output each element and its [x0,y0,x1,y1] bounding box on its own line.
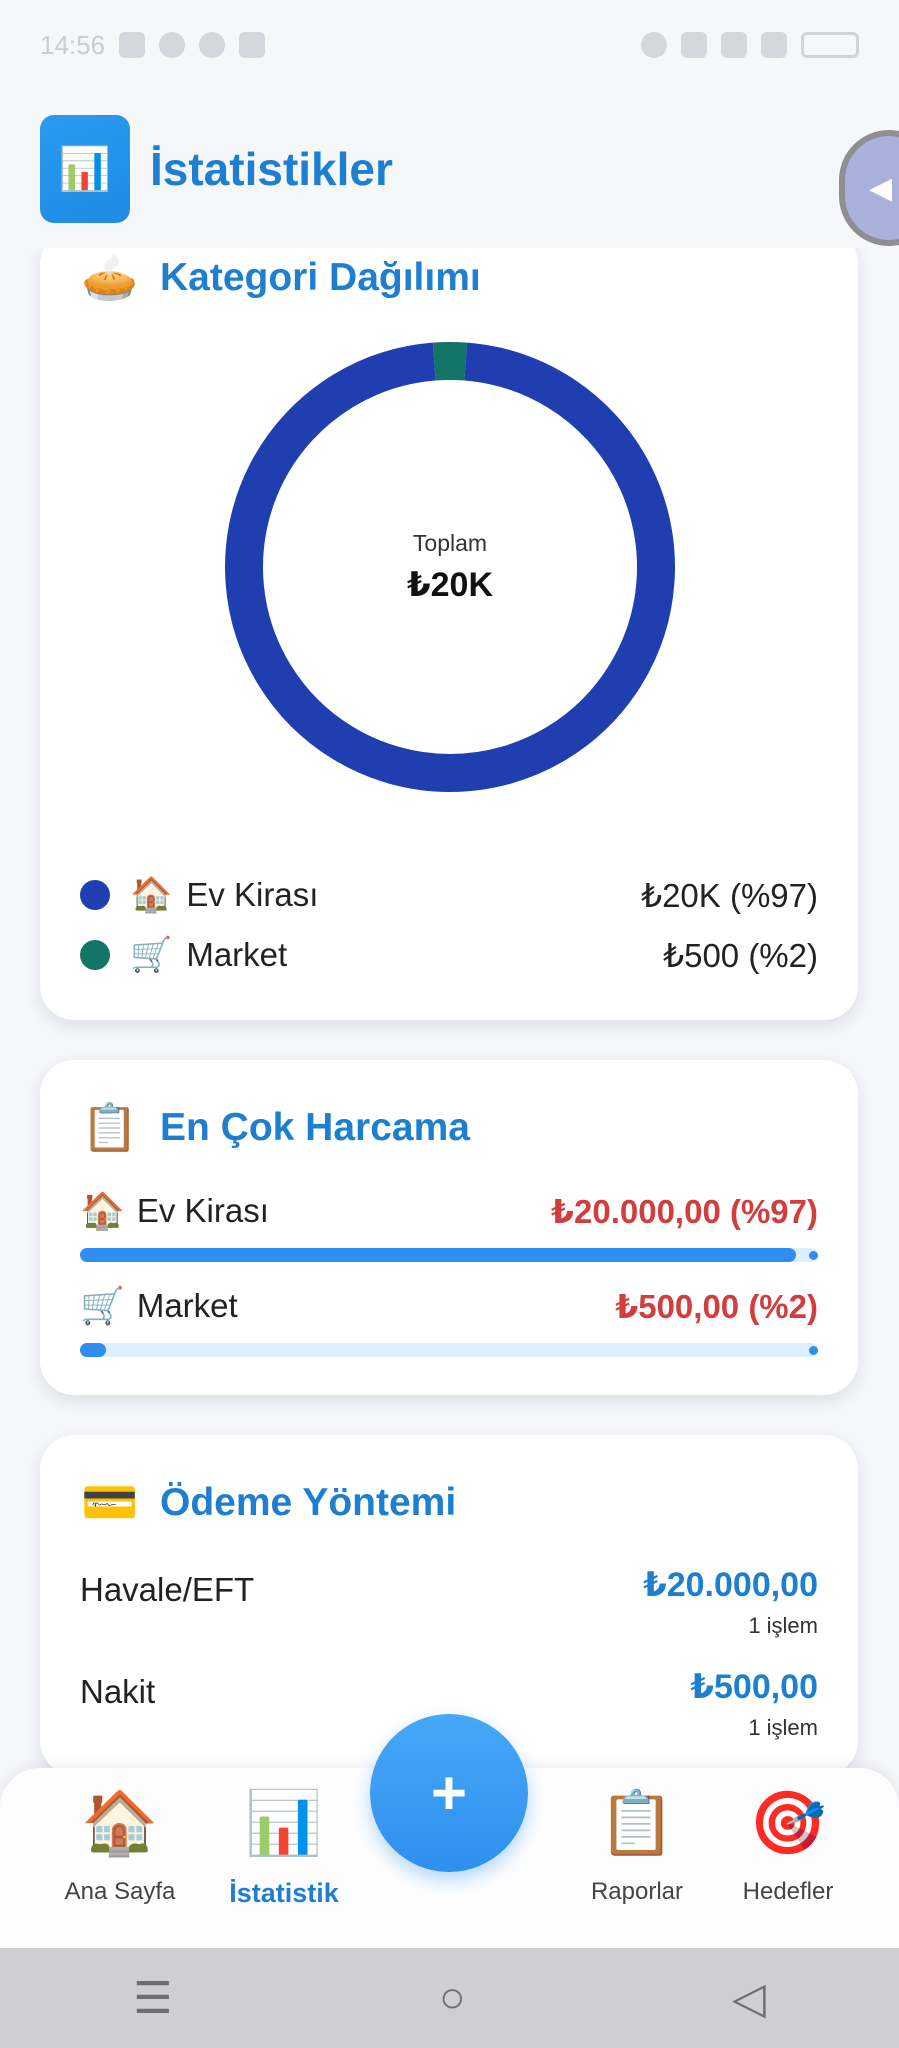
nav-reports[interactable]: 📋 Raporlar [552,1768,722,1906]
whatsapp-icon [159,32,186,58]
nav-label: Hedefler [742,1878,834,1905]
spending-item[interactable]: 🛒 Market ₺500,00 (%2) [80,1285,818,1357]
cart-icon: 🛒 [80,1285,125,1326]
legend-item: 🛒 Market ₺500 (%2) [80,935,818,975]
progress-track [80,1248,818,1262]
category-distribution-card: 🥧 Kategori Dağılımı Toplam ₺20K 🏠 Ev Kir… [40,230,858,1020]
nav-goals[interactable]: 🎯 Hedefler [703,1768,873,1906]
legend-name: Ev Kirası [186,876,319,913]
legend-name: Market [186,936,288,973]
battery-icon [801,32,859,58]
add-transaction-button[interactable]: + [370,1714,528,1872]
notification-icon [119,32,146,58]
donut-center-label: Toplam [412,529,488,556]
legend-color-dot [80,880,110,910]
card-title: Kategori Dağılımı [160,255,481,299]
card-title: Ödeme Yöntemi [160,1480,457,1524]
legend-value: ₺20K (%97) [641,876,818,914]
legend-value: ₺500 (%2) [663,936,818,974]
legend-item: 🏠 Ev Kirası ₺20K (%97) [80,875,818,915]
payment-amount: ₺20.000,00 [643,1566,818,1604]
payment-name: Havale/EFT [80,1571,255,1608]
nav-label: Ana Sayfa [64,1878,176,1905]
progress-end-dot [809,1251,818,1260]
home-circle-icon[interactable]: ○ [439,1973,466,2023]
cart-icon: 🛒 [130,936,173,974]
card-title: En Çok Harcama [160,1105,470,1149]
payment-count: 1 işlem [748,1613,818,1638]
bar-chart-icon: 📊 [245,1789,323,1858]
facebook-icon [199,32,226,58]
nav-statistics[interactable]: 📊 İstatistik [199,1768,369,1909]
clipboard-icon: 📋 [598,1789,676,1858]
nav-label: Raporlar [590,1878,684,1905]
house-icon: 🏠 [130,876,173,914]
status-time: 14:56 [40,29,106,60]
progress-fill [80,1248,796,1262]
legend-color-dot [80,940,110,970]
recent-apps-icon[interactable]: ☰ [133,1973,172,2024]
credit-card-icon: 💳 [81,1476,139,1528]
status-bar: 14:56 [0,0,899,90]
system-navigation-bar: ☰ ○ ◁ [0,1948,899,2048]
pie-icon: 🥧 [81,251,139,303]
floating-side-tab[interactable]: ◀ [839,130,899,246]
app-bar: 📊 İstatistikler ◀ [0,90,899,248]
gallery-icon [239,32,266,58]
signal-icon [761,32,787,58]
spending-amount: ₺500,00 (%2) [615,1287,818,1325]
payment-name: Nakit [80,1673,156,1710]
donut-center-value: ₺20K [406,565,494,604]
bluetooth-icon [681,32,707,58]
alarm-icon [641,32,667,58]
progress-track [80,1343,818,1357]
donut-chart: Toplam ₺20K [225,342,675,792]
house-icon: 🏠 [81,1789,159,1858]
payment-count: 1 işlem [748,1715,818,1740]
spending-name: Market [136,1287,238,1324]
wifi-icon [721,32,747,58]
clipboard-icon: 📋 [81,1101,139,1153]
nav-label: İstatistik [229,1878,339,1908]
spending-item[interactable]: 🏠 Ev Kirası ₺20.000,00 (%97) [80,1190,818,1262]
back-icon[interactable]: ◁ [732,1973,766,2024]
spending-name: Ev Kirası [136,1192,269,1229]
payment-row[interactable]: Havale/EFT ₺20.000,00 1 işlem [80,1565,818,1639]
chart-icon: 📊 [40,115,130,223]
top-spending-card: 📋 En Çok Harcama 🏠 Ev Kirası ₺20.000,00 … [40,1060,858,1395]
spending-amount: ₺20.000,00 (%97) [551,1192,818,1230]
nav-home[interactable]: 🏠 Ana Sayfa [35,1768,205,1906]
progress-fill [80,1343,106,1357]
house-icon: 🏠 [80,1190,125,1231]
payment-amount: ₺500,00 [690,1668,818,1706]
target-icon: 🎯 [749,1789,827,1858]
page-title: İstatistikler [150,143,393,195]
progress-end-dot [809,1346,818,1355]
